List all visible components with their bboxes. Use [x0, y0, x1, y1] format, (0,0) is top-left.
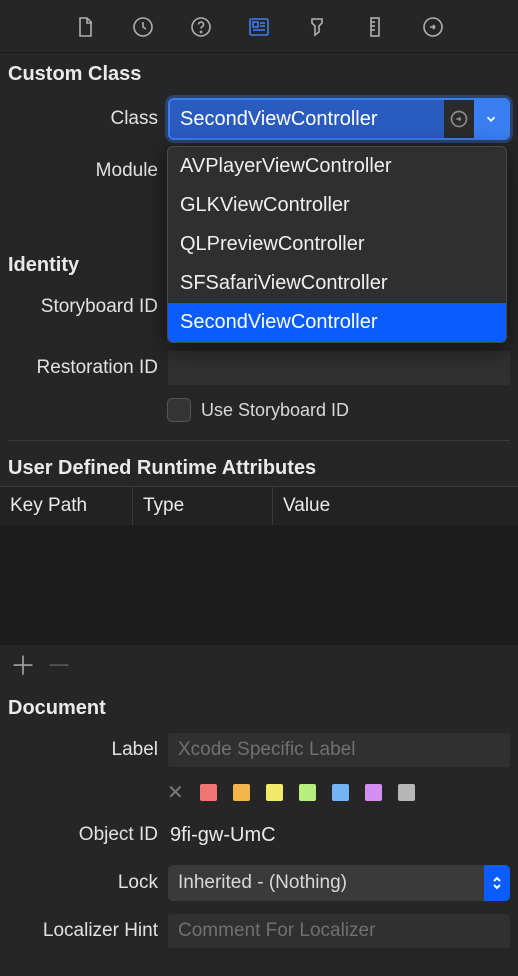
dropdown-option[interactable]: QLPreviewController — [168, 225, 506, 264]
localizer-hint-label: Localizer Hint — [8, 920, 168, 942]
stepper-icon[interactable] — [484, 865, 510, 901]
attributes-tab-icon[interactable] — [302, 12, 332, 42]
object-id-label: Object ID — [8, 824, 168, 846]
dropdown-option[interactable]: GLKViewController — [168, 186, 506, 225]
divider — [8, 440, 510, 441]
swatch-green[interactable] — [299, 784, 316, 801]
restoration-id-input[interactable] — [168, 351, 510, 385]
object-id-row: Object ID 9fi-gw-UmC — [0, 811, 518, 859]
swatch-yellow[interactable] — [266, 784, 283, 801]
connections-tab-icon[interactable] — [418, 12, 448, 42]
file-tab-icon[interactable] — [70, 12, 100, 42]
dropdown-option[interactable]: AVPlayerViewController — [168, 147, 506, 186]
class-row: Class SecondViewController — [0, 92, 518, 146]
use-storyboard-id-checkbox[interactable] — [167, 398, 191, 422]
module-label: Module — [8, 160, 168, 182]
swatch-purple[interactable] — [365, 784, 382, 801]
use-storyboard-id-row: Use Storyboard ID — [0, 392, 518, 434]
remove-button: － — [46, 651, 72, 677]
dropdown-option[interactable]: SFSafariViewController — [168, 264, 506, 303]
localizer-hint-input[interactable] — [168, 914, 510, 948]
section-custom-class: Custom Class — [0, 53, 518, 92]
storyboard-id-label: Storyboard ID — [8, 296, 168, 318]
lock-select[interactable]: Inherited - (Nothing) — [168, 865, 510, 901]
class-combo[interactable]: SecondViewController — [168, 98, 510, 140]
help-tab-icon[interactable] — [186, 12, 216, 42]
restoration-id-label: Restoration ID — [8, 357, 168, 379]
identity-tab-icon[interactable] — [244, 12, 274, 42]
section-document: Document — [0, 687, 518, 726]
use-storyboard-id-label: Use Storyboard ID — [201, 400, 349, 421]
localizer-hint-row: Localizer Hint — [0, 907, 518, 955]
class-label: Class — [8, 108, 168, 130]
jump-to-definition-icon[interactable] — [444, 100, 474, 138]
udra-table-body[interactable] — [0, 525, 518, 645]
label-color-swatches: ✕ — [0, 774, 518, 811]
lock-label: Lock — [8, 872, 168, 894]
swatch-gray[interactable] — [398, 784, 415, 801]
doc-label-input[interactable] — [168, 733, 510, 767]
udra-col-keypath[interactable]: Key Path — [0, 487, 133, 525]
swatch-orange[interactable] — [233, 784, 250, 801]
udra-col-value[interactable]: Value — [273, 487, 518, 525]
class-dropdown[interactable]: AVPlayerViewController GLKViewController… — [167, 146, 507, 343]
chevron-down-icon[interactable] — [474, 100, 508, 138]
section-udra: User Defined Runtime Attributes — [0, 447, 518, 486]
class-combo-value[interactable]: SecondViewController — [170, 100, 444, 138]
size-tab-icon[interactable] — [360, 12, 390, 42]
lock-row: Lock Inherited - (Nothing) — [0, 859, 518, 907]
udra-col-type[interactable]: Type — [133, 487, 273, 525]
inspector-tab-bar — [0, 0, 518, 53]
swatch-blue[interactable] — [332, 784, 349, 801]
add-button[interactable]: ＋ — [10, 651, 36, 677]
object-id-value: 9fi-gw-UmC — [168, 824, 510, 847]
clear-label-icon[interactable]: ✕ — [167, 780, 184, 805]
swatch-red[interactable] — [200, 784, 217, 801]
doc-label-row: Label — [0, 726, 518, 774]
doc-label-label: Label — [8, 739, 168, 761]
udra-add-remove-row: ＋ － — [0, 645, 518, 687]
restoration-id-row: Restoration ID — [0, 344, 518, 392]
lock-select-value: Inherited - (Nothing) — [178, 872, 484, 894]
udra-table-header: Key Path Type Value — [0, 486, 518, 525]
history-tab-icon[interactable] — [128, 12, 158, 42]
dropdown-option-selected[interactable]: SecondViewController — [168, 303, 506, 342]
